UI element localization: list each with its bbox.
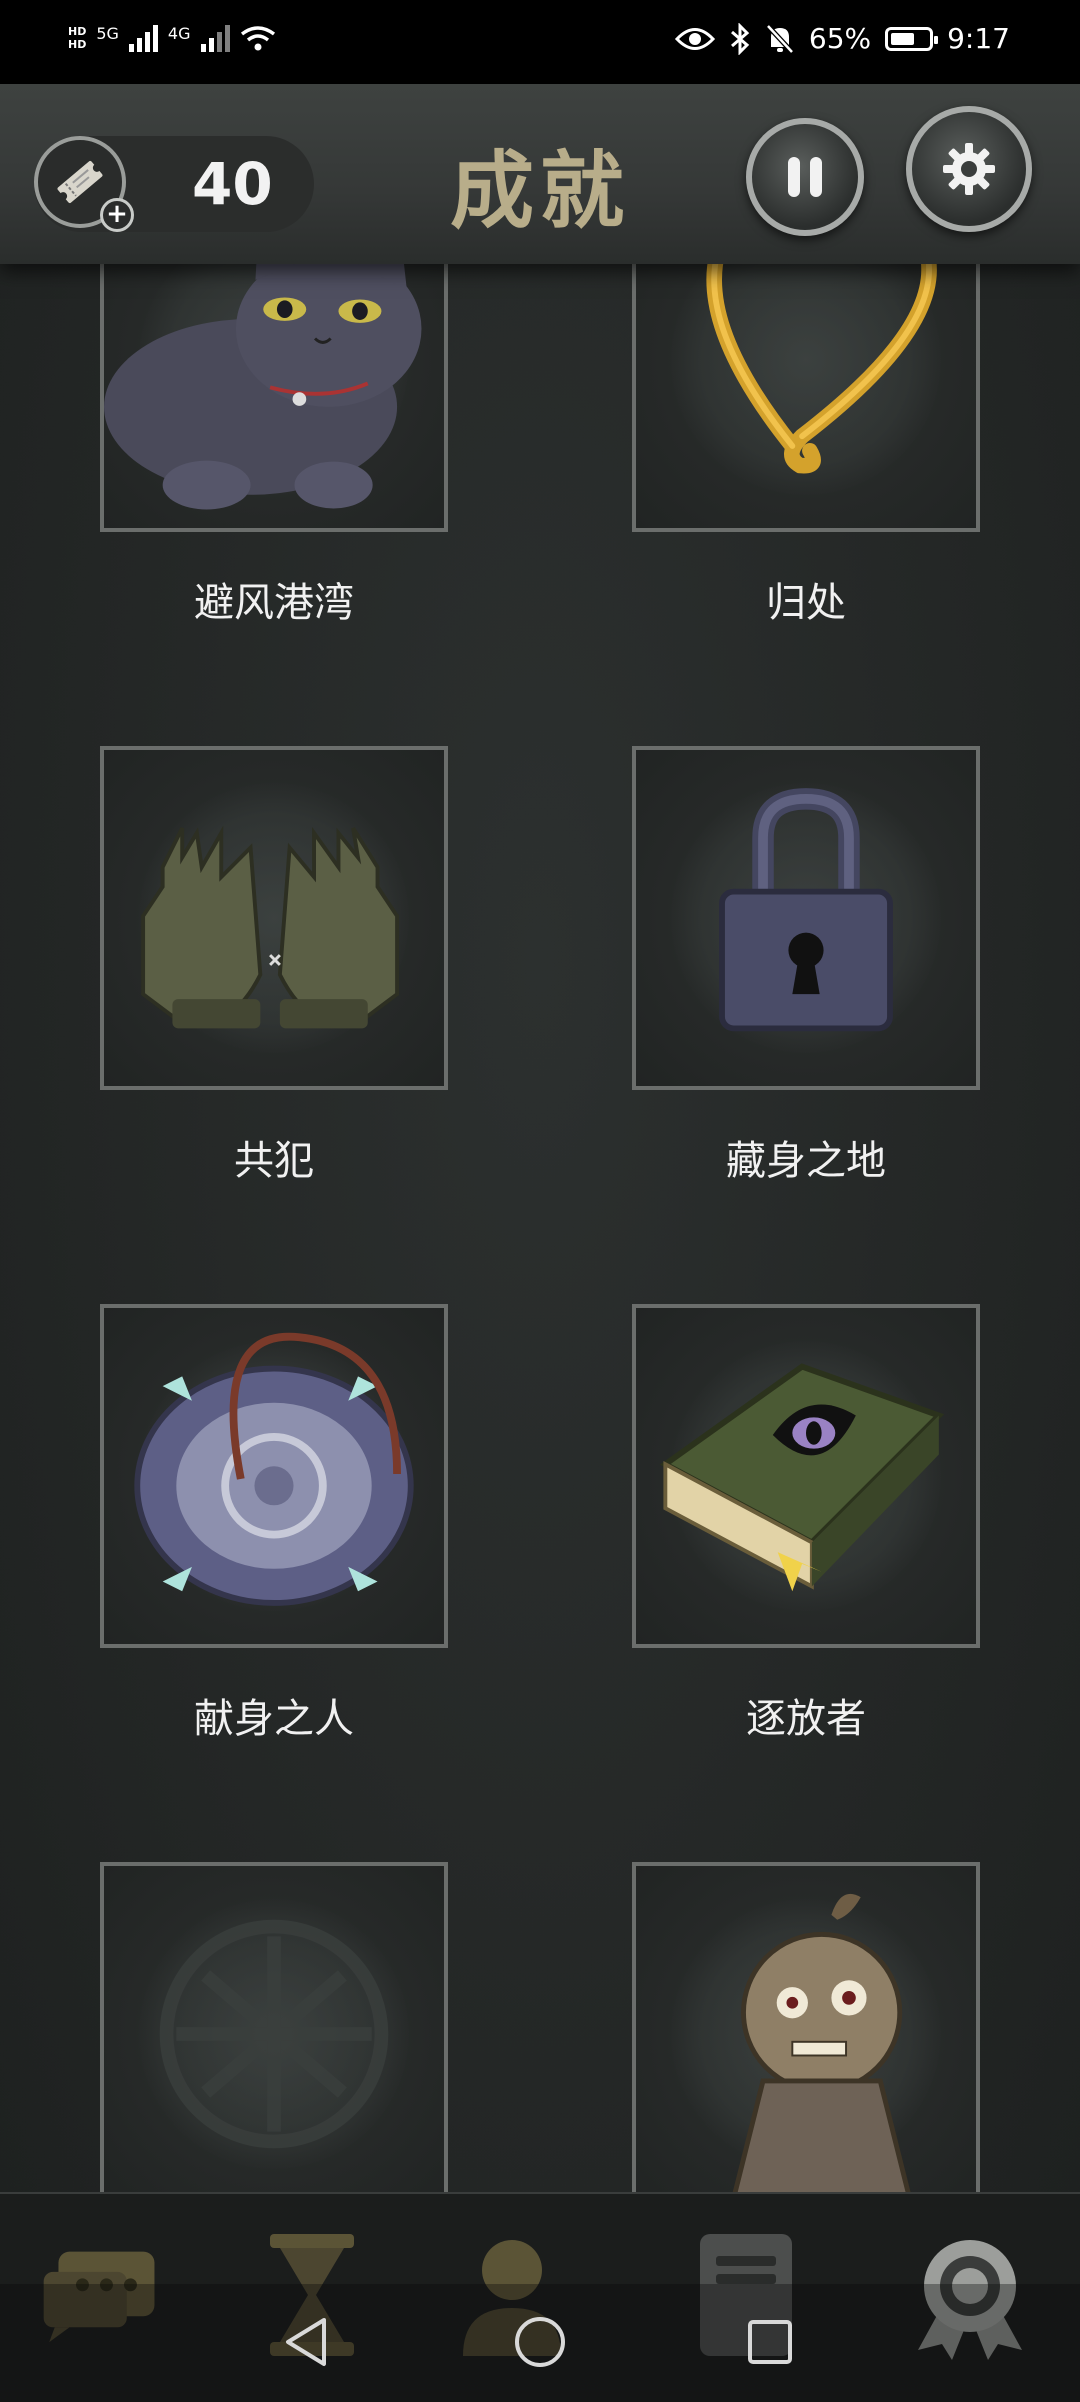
achievement-grid: 避风港湾 归处 共犯 藏身之地 献身之人 逐放者 (0, 0, 1080, 2400)
achievement-card-8[interactable] (632, 1862, 980, 2206)
home-icon[interactable] (512, 2314, 568, 2370)
achievement-label: 避风港湾 (194, 580, 354, 626)
settings-button[interactable] (906, 106, 1032, 232)
amulet-icon (134, 1332, 414, 1606)
bottom-navigation (0, 2192, 1080, 2402)
achievement-label: 共犯 (234, 1138, 314, 1184)
pause-icon (788, 157, 822, 197)
achievement-card-5[interactable] (100, 1304, 448, 1648)
achievement-card-7[interactable] (100, 1862, 448, 2206)
achievement-label: 归处 (766, 580, 846, 626)
achievement-label: 藏身之地 (726, 1138, 886, 1184)
achievement-card-3[interactable] (100, 746, 448, 1090)
locked-emblem-icon (159, 1919, 389, 2149)
achievement-card-6[interactable] (632, 1304, 980, 1648)
achievement-label: 献身之人 (194, 1696, 354, 1742)
eye-book-icon (659, 1363, 945, 1592)
achievement-card-4[interactable] (632, 746, 980, 1090)
achievement-label: 逐放者 (746, 1696, 866, 1742)
gloves-icon (141, 825, 400, 1029)
pause-button[interactable] (746, 118, 864, 236)
padlock-icon (719, 788, 893, 1032)
back-icon[interactable] (280, 2314, 332, 2370)
teru-teru-doll-icon (730, 1893, 913, 2201)
gear-icon (943, 143, 995, 195)
recents-icon[interactable] (744, 2314, 796, 2370)
top-header: + 40 成就 (0, 84, 1080, 264)
